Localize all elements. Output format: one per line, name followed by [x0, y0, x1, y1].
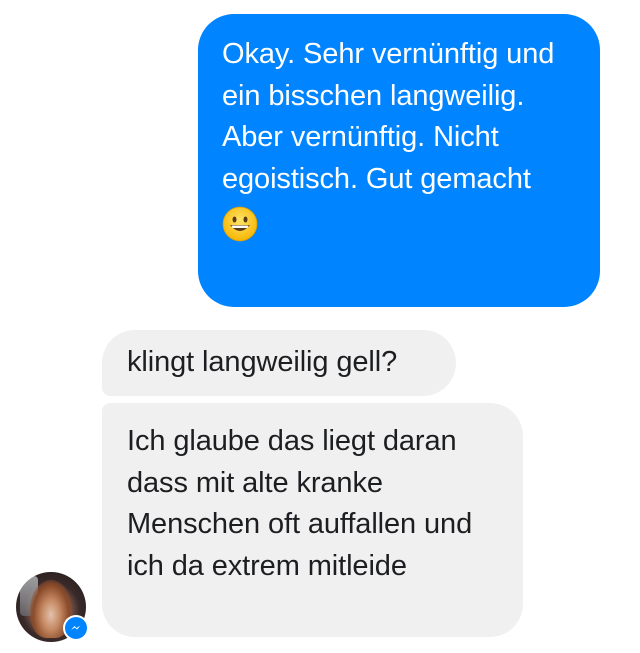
outgoing-message-bubble[interactable]: Okay. Sehr vernünftig und ein bisschen l… — [198, 14, 600, 307]
messenger-icon — [71, 625, 81, 630]
incoming-message-text: klingt langweilig gell? — [127, 346, 398, 378]
outgoing-message-text: Okay. Sehr vernünftig und ein bisschen l… — [222, 38, 555, 195]
incoming-message-bubble[interactable]: Ich glaube das liegt daran dass mit alte… — [102, 403, 523, 637]
incoming-message-bubble[interactable]: klingt langweilig gell? — [102, 330, 456, 396]
incoming-message-text: Ich glaube das liegt daran dass mit alte… — [127, 425, 473, 582]
grinning-face-emoji-icon — [222, 206, 258, 242]
messenger-badge — [63, 615, 89, 641]
